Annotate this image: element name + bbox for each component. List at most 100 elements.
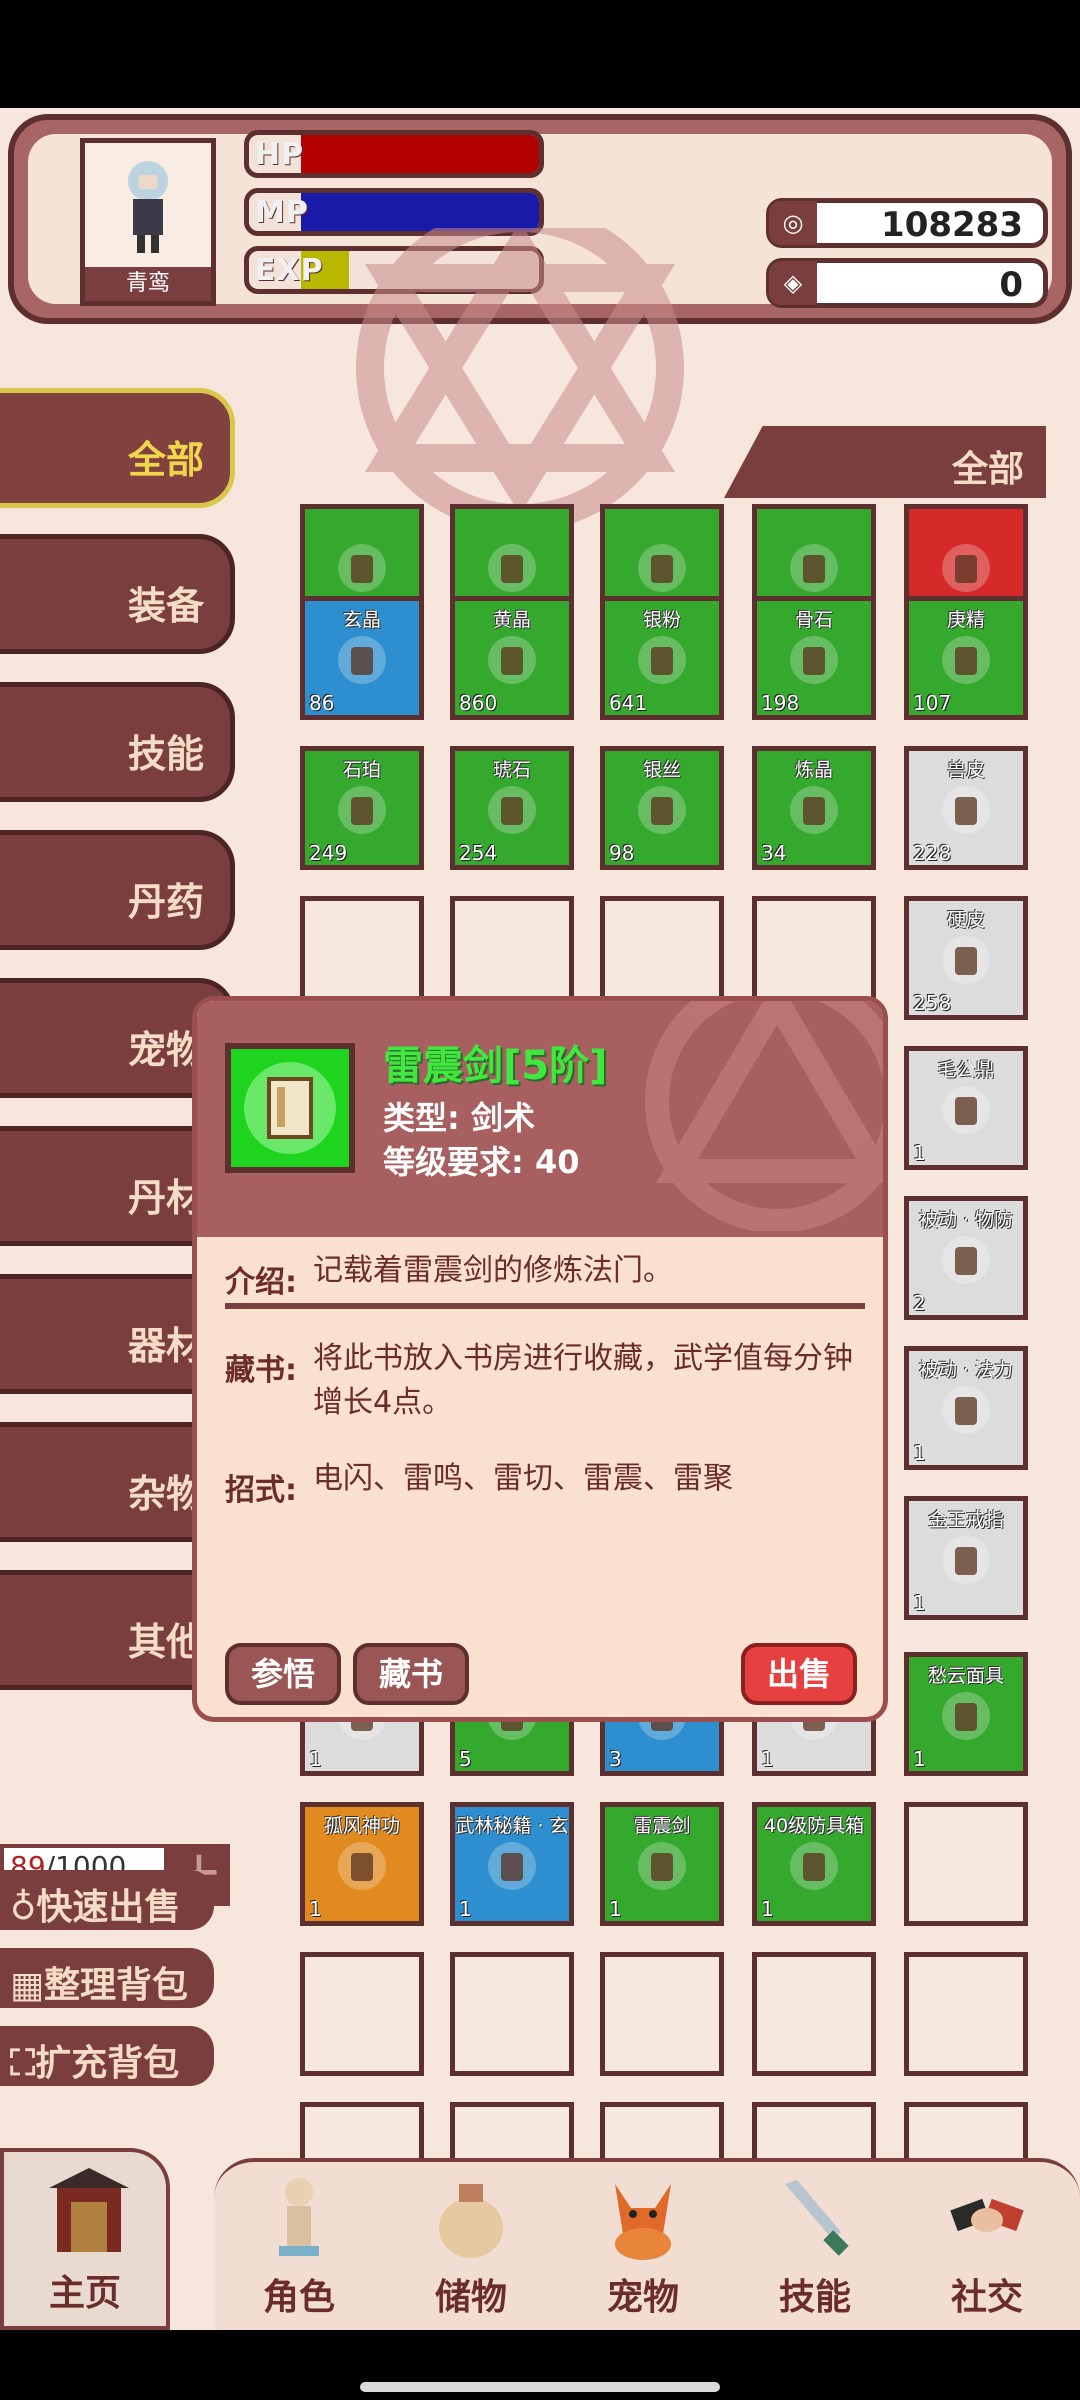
item-icon	[942, 1536, 990, 1584]
gate-icon	[49, 2168, 129, 2252]
item-name: 40级防具箱	[763, 1815, 865, 1837]
item-name: 骨石	[794, 609, 833, 631]
inventory-slot[interactable]: 兽皮 228	[904, 746, 1028, 870]
item-icon	[488, 636, 536, 684]
inventory-slot[interactable]: 银丝 98	[600, 746, 724, 870]
inventory-slot[interactable]	[752, 1952, 876, 2076]
inventory-slot[interactable]: 雷震剑 1	[600, 1802, 724, 1926]
character-icon	[279, 2178, 319, 2256]
nav-skills[interactable]: 技能	[730, 2158, 900, 2330]
nav-label: 主页	[48, 2273, 121, 2314]
item-name: 被动 · 物防	[918, 1209, 1014, 1231]
inventory-slot[interactable]: 武林秘籍 · 玄 1	[450, 1802, 574, 1926]
collect-text-line2: 增长4点。	[313, 1385, 453, 1420]
inventory-slot[interactable]: 被动 · 法力 1	[904, 1346, 1028, 1470]
inventory-slot[interactable]: 硬皮 258	[904, 896, 1028, 1020]
item-count: 1	[913, 1747, 926, 1771]
item-name: 炼晶	[794, 759, 833, 781]
item-type-label: 类型:	[383, 1099, 460, 1137]
inventory-slot[interactable]: 毛公鼎 1	[904, 1046, 1028, 1170]
item-count: 1	[309, 1897, 322, 1921]
item-icon	[790, 786, 838, 834]
fox-icon	[615, 2184, 671, 2260]
bag-icon	[439, 2184, 503, 2258]
inventory-slot[interactable]: 银粉 641	[600, 596, 724, 720]
inventory-slot[interactable]: 骨石 198	[752, 596, 876, 720]
inventory-slot[interactable]: 被动 · 物防 2	[904, 1196, 1028, 1320]
item-count: 641	[609, 691, 648, 715]
nav-home[interactable]: 主页	[0, 2148, 170, 2330]
nav-storage[interactable]: 储物	[386, 2158, 556, 2330]
inventory-slot[interactable]	[904, 1802, 1028, 1926]
nav-label: 技能	[778, 2277, 851, 2318]
item-count: 1	[913, 1591, 926, 1615]
inventory-slot[interactable]: 琥石 254	[450, 746, 574, 870]
handshake-icon	[950, 2198, 1024, 2232]
inventory-slot[interactable]	[904, 1952, 1028, 2076]
item-name: 银粉	[642, 609, 681, 631]
item-icon	[942, 1692, 990, 1740]
inventory-slot[interactable]	[300, 1952, 424, 2076]
inventory-slot[interactable]: 40级防具箱 1	[752, 1802, 876, 1926]
comprehend-button[interactable]: 参悟	[225, 1643, 341, 1705]
item-icon	[488, 1842, 536, 1890]
bottom-nav: 主页 角色 储物 宠物 技能 社交	[0, 2148, 1080, 2330]
sword-icon	[785, 2180, 849, 2256]
collect-button[interactable]: 藏书	[353, 1643, 469, 1705]
item-icon	[638, 1842, 686, 1890]
nav-label: 储物	[434, 2277, 507, 2318]
item-count: 1	[761, 1747, 774, 1771]
item-level: 等级要求: 40	[383, 1137, 579, 1183]
item-level-value: 40	[534, 1143, 580, 1181]
sort-bag-button[interactable]: ▦整理背包	[0, 1948, 214, 2008]
grid-icon: ▦	[10, 1965, 45, 2006]
item-count: 98	[609, 841, 635, 865]
inventory-slot[interactable]: 孤风神功 1	[300, 1802, 424, 1926]
nav-character[interactable]: 角色	[214, 2158, 384, 2330]
item-count: 107	[913, 691, 952, 715]
inventory-slot[interactable]	[600, 1952, 724, 2076]
inventory-slot[interactable]: 金玉戒指 1	[904, 1496, 1028, 1620]
item-count: 228	[913, 841, 952, 865]
item-count: 1	[761, 1897, 774, 1921]
item-name: 兽皮	[946, 759, 985, 781]
item-name: 孤风神功	[323, 1815, 400, 1837]
nav-social[interactable]: 社交	[902, 2158, 1072, 2330]
item-count: 34	[761, 841, 787, 865]
item-count: 1	[309, 1747, 322, 1771]
sort-bag-label: ▦整理背包	[10, 1956, 188, 2008]
nav-label: 角色	[262, 2277, 335, 2318]
item-icon	[942, 1086, 990, 1134]
moves-text: 电闪、雷鸣、雷切、雷震、雷聚	[313, 1461, 733, 1496]
inventory-slot[interactable]: 黄晶 860	[450, 596, 574, 720]
item-name: 雷震剑	[633, 1815, 691, 1837]
nav-pets[interactable]: 宠物	[558, 2158, 728, 2330]
item-icon	[338, 636, 386, 684]
item-count: 1	[913, 1141, 926, 1165]
item-title: 雷震剑[5阶]	[383, 1043, 608, 1089]
item-type-value: 剑术	[470, 1099, 535, 1137]
item-count: 5	[459, 1747, 472, 1771]
item-type: 类型: 剑术	[383, 1093, 535, 1139]
sell-button[interactable]: 出售	[741, 1643, 857, 1705]
item-name: 银丝	[642, 759, 681, 781]
inventory-slot[interactable]: 庚精 107	[904, 596, 1028, 720]
popup-emblem-icon	[645, 1001, 883, 1231]
inventory-slot[interactable]	[450, 1952, 574, 2076]
item-count: 198	[761, 691, 800, 715]
inventory-slot[interactable]: 石珀 249	[300, 746, 424, 870]
inventory-slot[interactable]: 玄晶 86	[300, 596, 424, 720]
item-count: 86	[309, 691, 335, 715]
expand-bag-button[interactable]: ⛶扩充背包	[0, 2026, 214, 2086]
intro-label: 介绍:	[225, 1265, 297, 1300]
intro-text: 记载着雷震剑的修炼法门。	[313, 1253, 673, 1288]
home-indicator[interactable]	[360, 2382, 720, 2392]
item-name: 毛公鼎	[937, 1059, 995, 1081]
money-bag-icon: ♁	[10, 1887, 37, 1928]
inventory-slot[interactable]: 炼晶 34	[752, 746, 876, 870]
inventory-slot[interactable]: 愁云面具 1	[904, 1652, 1028, 1776]
item-count: 254	[459, 841, 498, 865]
item-icon	[942, 636, 990, 684]
quick-sell-button[interactable]: ♁快速出售	[0, 1870, 214, 1930]
item-name: 琥石	[492, 759, 531, 781]
